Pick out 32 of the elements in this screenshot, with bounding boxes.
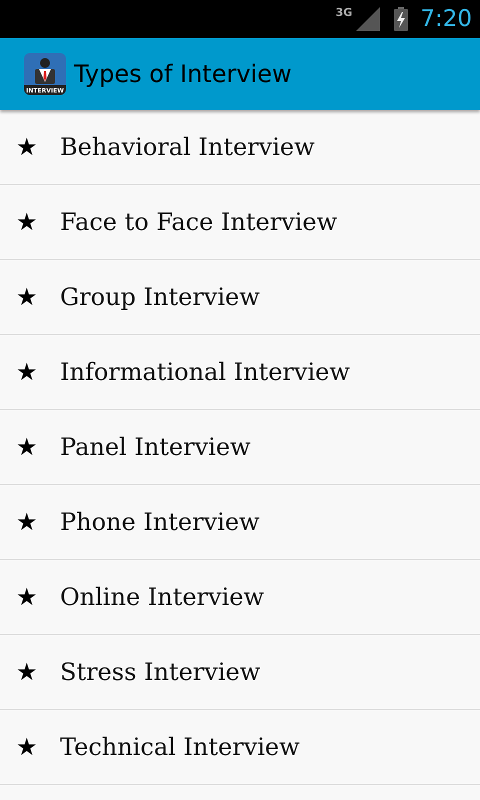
star-icon: ★ xyxy=(16,735,44,759)
star-icon: ★ xyxy=(16,435,44,459)
list-item[interactable]: ★ Group Interview xyxy=(0,260,480,335)
list-item[interactable]: ★ Phone Interview xyxy=(0,485,480,560)
list-item[interactable]: ★ Informational Interview xyxy=(0,335,480,410)
list-item[interactable]: ★ Technical Interview xyxy=(0,710,480,785)
list-item[interactable]: ★ Panel Interview xyxy=(0,410,480,485)
star-icon: ★ xyxy=(16,210,44,234)
item-label: Group Interview xyxy=(60,282,260,313)
signal-icon xyxy=(356,7,382,31)
item-label: Phone Interview xyxy=(60,507,260,538)
item-label: Face to Face Interview xyxy=(60,207,338,238)
list-item[interactable]: ★ Face to Face Interview xyxy=(0,185,480,260)
item-label: Panel Interview xyxy=(60,432,251,463)
battery-icon xyxy=(394,7,408,31)
list-item[interactable]: ★ Behavioral Interview xyxy=(0,110,480,185)
list-item[interactable]: ★ Online Interview xyxy=(0,560,480,635)
star-icon: ★ xyxy=(16,510,44,534)
item-label: Behavioral Interview xyxy=(60,132,315,163)
app-title: Types of Interview xyxy=(74,59,292,90)
network-type: 3G xyxy=(336,7,352,18)
item-label: Online Interview xyxy=(60,582,264,613)
clock: 7:20 xyxy=(420,8,472,30)
list-item[interactable]: ★ Stress Interview xyxy=(0,635,480,710)
star-icon: ★ xyxy=(16,585,44,609)
star-icon: ★ xyxy=(16,135,44,159)
item-label: Informational Interview xyxy=(60,357,350,388)
item-label: Stress Interview xyxy=(60,657,260,688)
star-icon: ★ xyxy=(16,660,44,684)
star-icon: ★ xyxy=(16,360,44,384)
star-icon: ★ xyxy=(16,285,44,309)
item-label: Technical Interview xyxy=(60,732,300,763)
